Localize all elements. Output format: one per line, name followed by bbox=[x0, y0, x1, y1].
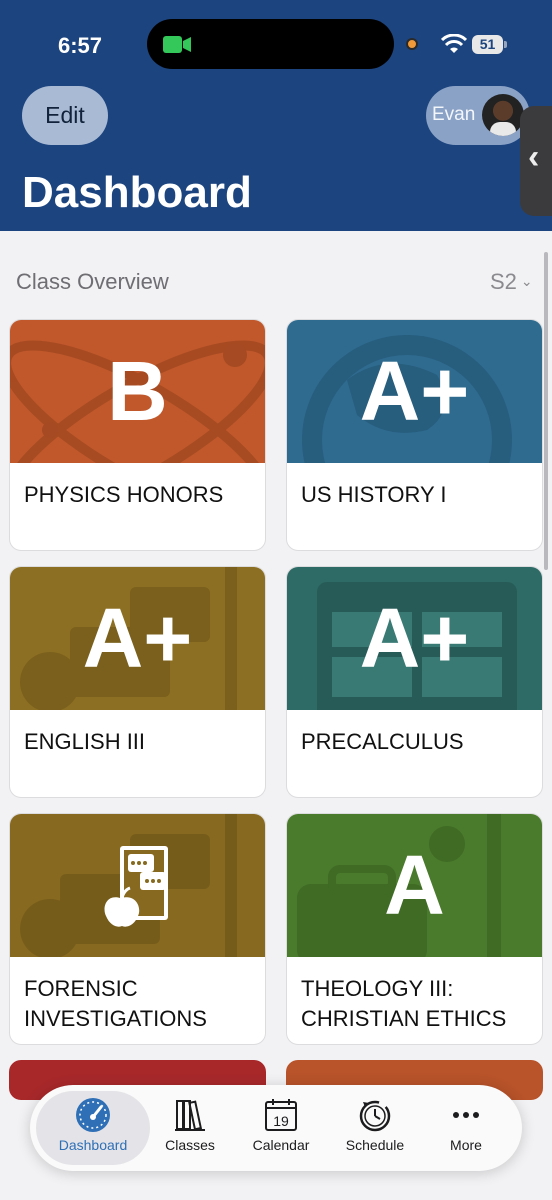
user-name: Evan bbox=[432, 104, 476, 125]
calendar-icon: 19 bbox=[265, 1099, 297, 1131]
battery-level: 51 bbox=[472, 35, 503, 54]
class-banner: A+ bbox=[287, 320, 542, 463]
books-icon bbox=[175, 1100, 205, 1131]
class-name: PHYSICS HONORS bbox=[24, 482, 224, 507]
scrollbar[interactable] bbox=[544, 252, 548, 570]
class-name: THEOLOGY III: CHRISTIAN ETHICS bbox=[301, 976, 507, 1031]
edit-button[interactable]: Edit bbox=[22, 86, 108, 145]
class-card[interactable]: A THEOLOGY III: CHRISTIAN ETHICS bbox=[286, 813, 543, 1045]
privacy-indicator bbox=[406, 38, 418, 50]
class-grade: B bbox=[107, 344, 168, 438]
class-card[interactable]: A+ PRECALCULUS bbox=[286, 566, 543, 798]
class-banner: A bbox=[287, 814, 542, 957]
class-name: PRECALCULUS bbox=[301, 729, 464, 754]
class-banner: A+ bbox=[10, 567, 265, 710]
tab-more[interactable]: More bbox=[436, 1091, 496, 1165]
class-card[interactable]: A+ ENGLISH III bbox=[9, 566, 266, 798]
class-name: FORENSIC INVESTIGATIONS bbox=[24, 976, 207, 1031]
status-time: 6:57 bbox=[58, 33, 103, 58]
class-card[interactable]: B PHYSICS HONORS bbox=[9, 319, 266, 551]
class-banner bbox=[10, 814, 265, 957]
side-panel-handle[interactable]: ‹ bbox=[520, 106, 552, 216]
class-grade: A+ bbox=[359, 591, 470, 685]
term-label: S2 bbox=[490, 269, 517, 294]
page-title: Dashboard bbox=[22, 168, 252, 217]
class-card[interactable]: A+ US HISTORY I bbox=[286, 319, 543, 551]
tab-label: Dashboard bbox=[58, 1137, 128, 1153]
video-camera-icon bbox=[163, 36, 191, 53]
class-grade: A+ bbox=[82, 591, 193, 685]
clock-icon bbox=[359, 1100, 391, 1132]
class-grade: A+ bbox=[359, 344, 470, 438]
tab-label: More bbox=[450, 1137, 482, 1153]
more-icon bbox=[453, 1112, 479, 1118]
dynamic-island bbox=[147, 19, 394, 69]
class-banner: B bbox=[10, 320, 265, 463]
tab-label: Schedule bbox=[345, 1137, 405, 1153]
tab-dashboard[interactable]: Dashboard bbox=[36, 1091, 150, 1165]
tab-label: Classes bbox=[165, 1137, 215, 1153]
avatar bbox=[482, 94, 524, 136]
header: 6:57 51 Edit Evan ‹ Dashboard bbox=[0, 0, 552, 231]
class-name: US HISTORY I bbox=[301, 482, 447, 507]
class-grade bbox=[10, 814, 265, 957]
tab-classes[interactable]: Classes bbox=[154, 1091, 226, 1165]
class-banner: A+ bbox=[287, 567, 542, 710]
chevron-down-icon: ⌄ bbox=[520, 273, 533, 289]
chevron-left-icon: ‹ bbox=[528, 138, 540, 176]
tab-label: Calendar bbox=[252, 1137, 310, 1153]
term-selector[interactable]: S2 ⌄ bbox=[490, 269, 533, 295]
gauge-icon bbox=[76, 1098, 110, 1132]
profile-button[interactable]: Evan bbox=[426, 86, 530, 145]
battery-indicator: 51 bbox=[472, 35, 508, 54]
class-name: ENGLISH III bbox=[24, 729, 146, 754]
wifi-icon bbox=[441, 34, 467, 53]
class-grade: A bbox=[384, 838, 445, 932]
calendar-day: 19 bbox=[273, 1113, 289, 1129]
tab-schedule[interactable]: Schedule bbox=[336, 1091, 414, 1165]
tab-calendar[interactable]: 19 Calendar bbox=[242, 1091, 320, 1165]
section-title: Class Overview bbox=[16, 269, 169, 294]
tab-bar: Dashboard Classes 19 Calendar Schedule M… bbox=[30, 1085, 522, 1171]
class-card[interactable]: FORENSIC INVESTIGATIONS bbox=[9, 813, 266, 1045]
